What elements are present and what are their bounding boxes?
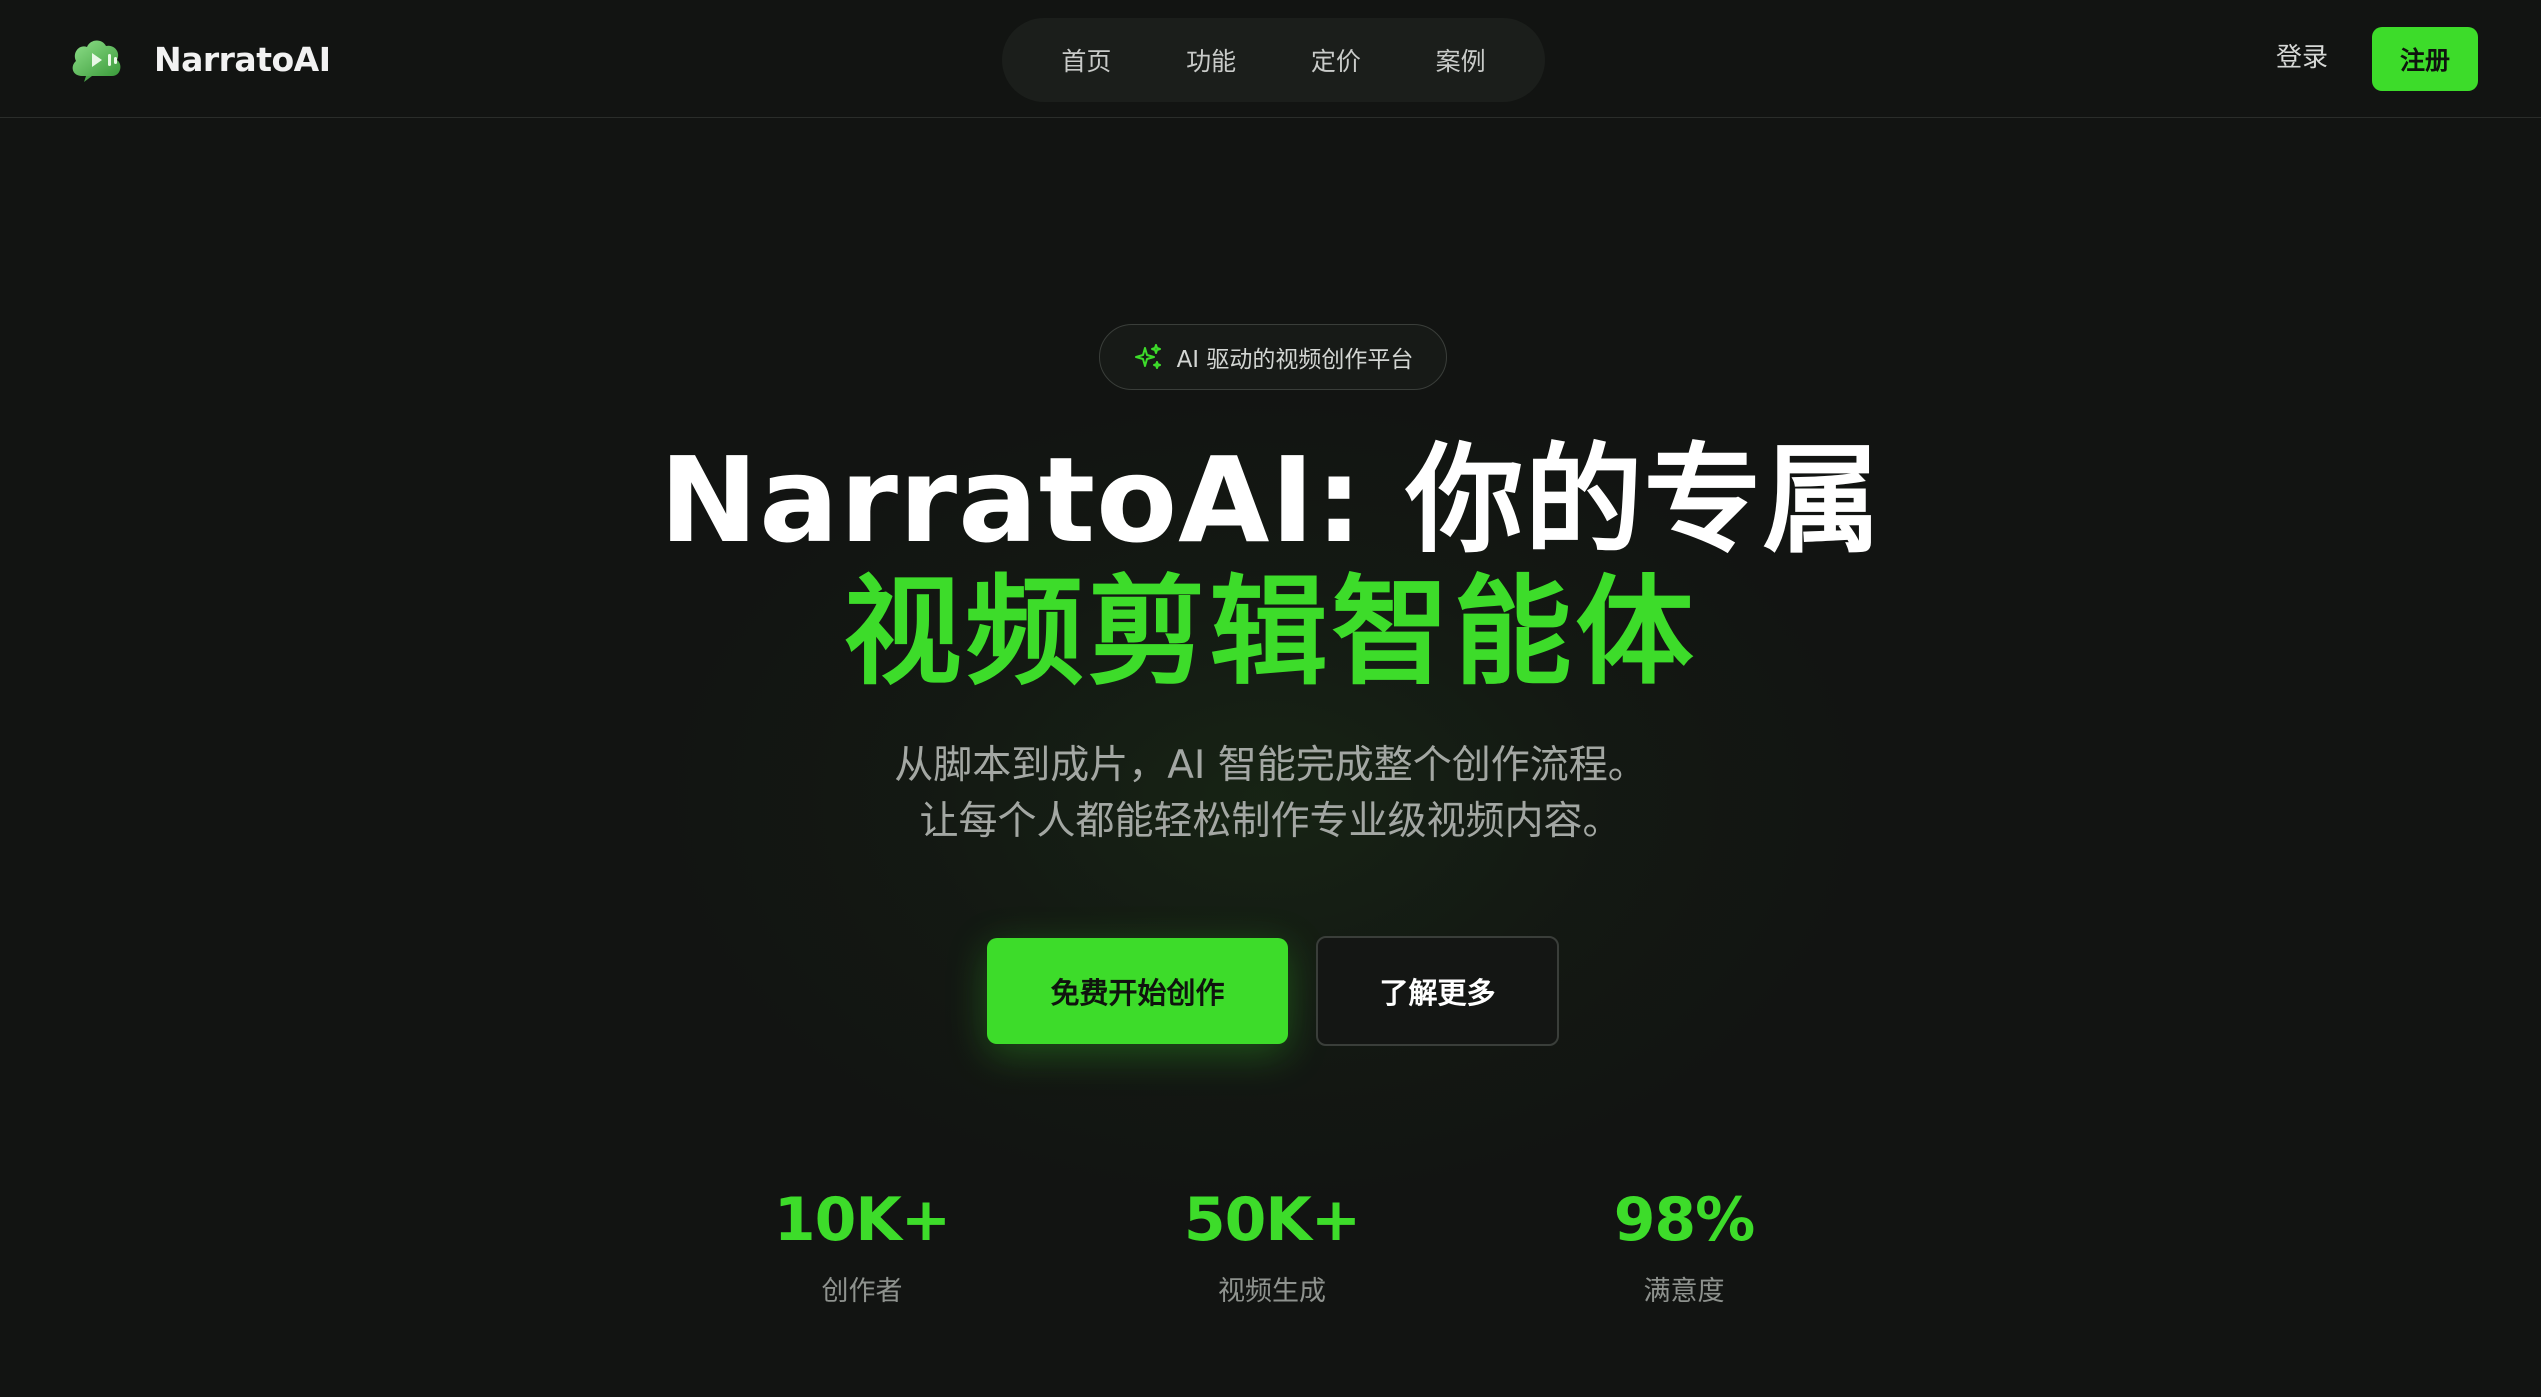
start-creating-button[interactable]: 免费开始创作	[987, 938, 1288, 1044]
top-navbar: NarratoAI 首页 功能 定价 案例 登录 注册	[0, 0, 2541, 118]
nav-item-pricing[interactable]: 定价	[1285, 30, 1387, 90]
stat-value: 98%	[1613, 1185, 1756, 1255]
hero-subtitle-line-2: 让每个人都能轻松制作专业级视频内容。	[919, 799, 1622, 844]
hero-badge: AI 驱动的视频创作平台	[1099, 324, 1447, 390]
stat-value: 50K+	[1183, 1185, 1361, 1255]
nav-item-home[interactable]: 首页	[1035, 30, 1137, 90]
stat-label: 创作者	[821, 1276, 903, 1307]
hero-subtitle-line-1: 从脚本到成片，AI 智能完成整个创作流程。	[894, 743, 1647, 788]
login-link[interactable]: 登录	[2276, 38, 2328, 78]
nav-item-cases[interactable]: 案例	[1410, 30, 1512, 90]
learn-more-button[interactable]: 了解更多	[1316, 936, 1559, 1046]
nav-item-features[interactable]: 功能	[1160, 30, 1262, 90]
stat-videos: 50K+ 视频生成	[1122, 1180, 1422, 1310]
sparkles-icon	[1133, 342, 1163, 372]
brand[interactable]: NarratoAI	[68, 34, 331, 84]
stat-satisfaction: 98% 满意度	[1534, 1180, 1834, 1310]
brand-name: NarratoAI	[154, 39, 331, 79]
landing-page: NarratoAI 首页 功能 定价 案例 登录 注册 AI 驱动的视频创作平台…	[0, 0, 2541, 1397]
hero-title: NarratoAI: 你的专属	[659, 431, 1882, 569]
stat-value: 10K+	[773, 1185, 951, 1255]
video-cloud-icon	[68, 34, 126, 84]
hero-badge-text: AI 驱动的视频创作平台	[1176, 347, 1414, 373]
main-nav: 首页 功能 定价 案例	[1002, 18, 1545, 102]
stat-label: 视频生成	[1218, 1276, 1326, 1307]
hero-title-highlight: 视频剪辑智能体	[843, 563, 1698, 701]
stat-creators: 10K+ 创作者	[712, 1180, 1012, 1310]
stat-label: 满意度	[1643, 1276, 1725, 1307]
signup-button[interactable]: 注册	[2372, 27, 2478, 91]
